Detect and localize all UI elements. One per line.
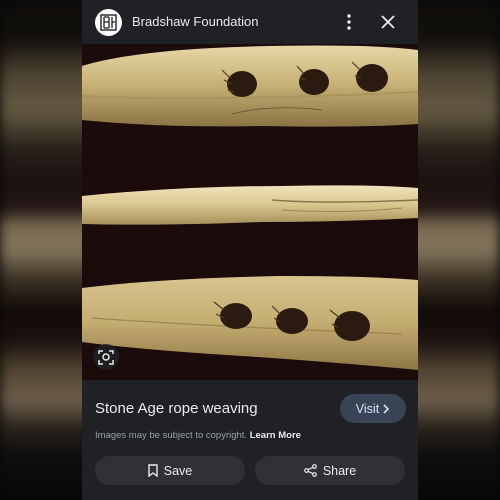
learn-more-link[interactable]: Learn More — [250, 430, 301, 441]
viewer-header: Bradshaw Foundation — [82, 0, 418, 44]
share-icon — [303, 464, 317, 477]
image-viewer-panel: Bradshaw Foundation Stone Age rope weavi… — [82, 0, 418, 500]
copyright-notice: Images may be subject to copyright. Lear… — [95, 430, 301, 441]
lens-search-icon[interactable] — [93, 344, 119, 370]
chevron-right-icon — [383, 403, 390, 414]
visit-label: Visit — [355, 401, 380, 416]
source-name[interactable]: Bradshaw Foundation — [132, 14, 258, 29]
bradshaw-logo-icon[interactable] — [95, 9, 122, 36]
close-icon[interactable] — [376, 10, 400, 34]
result-image[interactable] — [82, 44, 418, 380]
result-title[interactable]: Stone Age rope weaving — [95, 400, 258, 417]
visit-button[interactable]: Visit — [340, 394, 406, 423]
share-label: Share — [322, 463, 357, 478]
more-vertical-icon[interactable] — [340, 10, 358, 34]
save-label: Save — [163, 463, 193, 478]
bookmark-icon — [148, 464, 158, 477]
share-button[interactable]: Share — [255, 456, 405, 485]
copyright-text: Images may be subject to copyright. — [95, 430, 248, 441]
save-button[interactable]: Save — [95, 456, 245, 485]
